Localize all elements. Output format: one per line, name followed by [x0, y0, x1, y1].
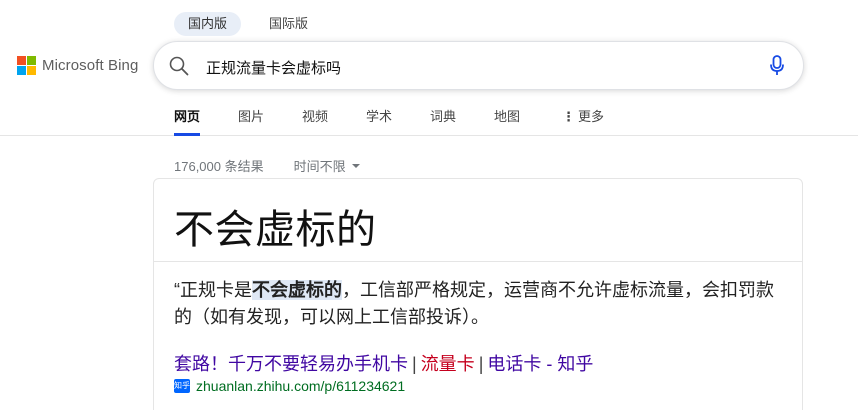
nav-tab-web[interactable]: 网页 — [174, 106, 201, 136]
more-vertical-icon: ⋮ — [562, 109, 575, 124]
region-tab-domestic[interactable]: 国内版 — [174, 12, 242, 36]
nav-tab-videos[interactable]: 视频 — [302, 106, 328, 136]
nav-tab-maps[interactable]: 地图 — [494, 106, 520, 136]
result-meta: 176,000 条结果 时间不限 — [174, 156, 360, 175]
nav-more-label: 更多 — [578, 109, 605, 124]
answer-snippet: “正规卡是不会虚标的，工信部严格规定，运营商不允许虚标流量，会扣罚款的（如有发现… — [174, 277, 784, 331]
search-icon[interactable] — [168, 55, 190, 82]
answer-heading: 不会虚标的 — [174, 208, 377, 252]
nav-tab-dictionary[interactable]: 词典 — [430, 106, 456, 136]
region-tabs: 国内版 国际版 — [174, 12, 322, 36]
time-filter-dropdown[interactable]: 时间不限 — [294, 156, 360, 175]
nav-tab-academic[interactable]: 学术 — [366, 106, 392, 136]
source-title-part2: 流量卡 — [420, 354, 475, 374]
snippet-highlight: 不会虚标的 — [252, 280, 342, 300]
zhihu-favicon-icon: 知乎 — [174, 379, 190, 393]
microsoft-logo-icon — [17, 56, 36, 75]
nav-tab-more[interactable]: ⋮ 更多 — [562, 106, 604, 136]
search-input[interactable]: 正规流量卡会虚标吗 — [206, 57, 341, 78]
region-tab-international[interactable]: 国际版 — [255, 12, 322, 36]
search-box[interactable]: 正规流量卡会虚标吗 — [153, 41, 804, 90]
nav-tab-images[interactable]: 图片 — [238, 106, 264, 136]
answer-card: 不会虚标的 “正规卡是不会虚标的，工信部严格规定，运营商不允许虚标流量，会扣罚款… — [153, 178, 803, 410]
source-url-text: zhuanlan.zhihu.com/p/611234621 — [196, 378, 406, 394]
result-count: 176,000 条结果 — [174, 159, 264, 174]
bing-logo[interactable]: Microsoft Bing — [17, 56, 138, 75]
source-title-sep2: | — [478, 354, 484, 374]
source-title-link[interactable]: 套路！千万不要轻易办手机卡 | 流量卡 | 电话卡 - 知乎 — [174, 350, 593, 376]
time-filter-label: 时间不限 — [293, 159, 346, 174]
source-url[interactable]: 知乎 zhuanlan.zhihu.com/p/611234621 — [174, 378, 405, 394]
vertical-nav: 网页 图片 视频 学术 词典 地图 ⋮ 更多 — [0, 96, 858, 136]
snippet-prefix: “正规卡是 — [174, 280, 252, 300]
microphone-icon[interactable] — [769, 54, 785, 83]
caret-down-icon — [351, 163, 360, 168]
source-title-part1: 套路！千万不要轻易办手机卡 — [174, 354, 408, 374]
source-title-sep1: | — [412, 354, 417, 374]
card-divider — [154, 261, 802, 262]
source-title-part3: 电话卡 - 知乎 — [487, 354, 594, 374]
logo-text: Microsoft Bing — [42, 57, 139, 74]
